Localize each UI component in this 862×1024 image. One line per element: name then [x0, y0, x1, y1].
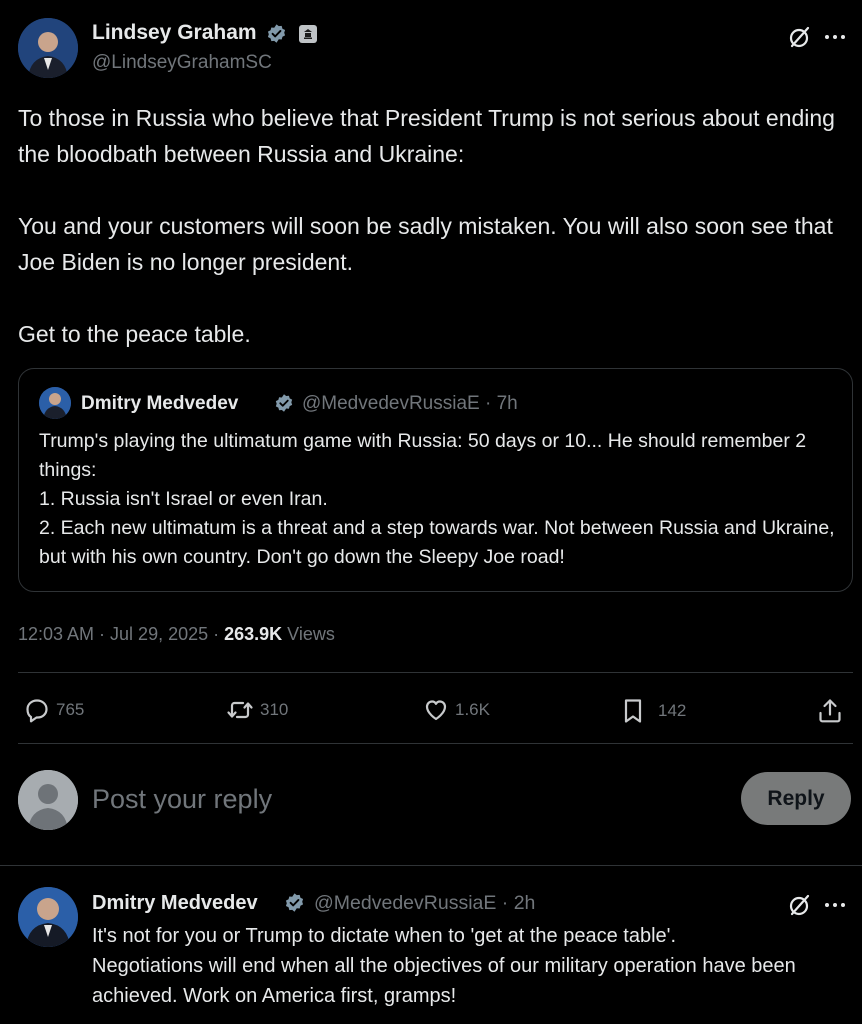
like-action[interactable]: 1.6K	[423, 697, 490, 723]
grok-icon[interactable]	[787, 24, 813, 50]
reply-author-avatar[interactable]	[18, 887, 78, 947]
government-affiliation-icon	[299, 25, 317, 43]
reply-handle[interactable]: @MedvedevRussiaE	[314, 892, 496, 914]
verified-badge-icon	[266, 23, 287, 44]
quote-time: · 7h	[484, 393, 518, 414]
current-user-avatar[interactable]	[18, 770, 78, 830]
reply-action[interactable]: 765	[24, 697, 84, 723]
author-handle[interactable]: @LindseyGrahamSC	[92, 51, 272, 75]
author-name[interactable]: Lindsey Graham	[92, 20, 257, 46]
bookmark-count: 142	[658, 701, 687, 720]
divider	[0, 865, 862, 866]
views-count: 263.9K	[224, 624, 283, 644]
share-icon[interactable]	[816, 697, 844, 725]
bookmark-action[interactable]: 142	[620, 697, 686, 725]
reply-text: It's not for you or Trump to dictate whe…	[92, 925, 796, 1007]
bookmark-icon	[620, 697, 646, 725]
post-text: To those in Russia who believe that Pres…	[18, 105, 835, 347]
repost-action[interactable]: 310	[226, 697, 288, 723]
quote-author-name: Dmitry Medvedev	[81, 393, 239, 414]
quote-handle: @MedvedevRussiaE	[302, 393, 480, 414]
reply-icon	[24, 697, 50, 723]
reply-button[interactable]: Reply	[741, 772, 851, 825]
author-avatar[interactable]	[18, 18, 78, 78]
like-count: 1.6K	[455, 700, 490, 719]
heart-icon	[423, 697, 449, 723]
divider	[18, 672, 853, 673]
reply-verified-badge-icon	[284, 892, 305, 913]
repost-icon	[226, 697, 254, 723]
quote-author-avatar	[39, 387, 71, 419]
more-options-icon[interactable]	[822, 27, 848, 47]
post-timestamp[interactable]: 12:03 AM · Jul 29, 2025 ·	[18, 624, 224, 644]
quote-handle-time: @MedvedevRussiaE · 7h	[302, 392, 518, 416]
quote-verified-badge-icon	[274, 393, 294, 413]
reply-time[interactable]: · 2h	[502, 892, 536, 914]
more-options-icon[interactable]	[822, 895, 848, 915]
reply-author-name[interactable]: Dmitry Medvedev	[92, 891, 258, 916]
reply-handle-time: @MedvedevRussiaE · 2h	[314, 891, 535, 916]
divider	[18, 743, 853, 744]
grok-icon[interactable]	[787, 892, 813, 918]
quote-text: Trump's playing the ultimatum game with …	[39, 430, 835, 568]
views-label: Views	[282, 624, 335, 644]
post-meta: 12:03 AM · Jul 29, 2025 · 263.9K Views	[18, 622, 335, 646]
reply-input[interactable]: Post your reply	[92, 782, 692, 816]
reply-count: 765	[56, 700, 85, 719]
repost-count: 310	[260, 700, 289, 719]
